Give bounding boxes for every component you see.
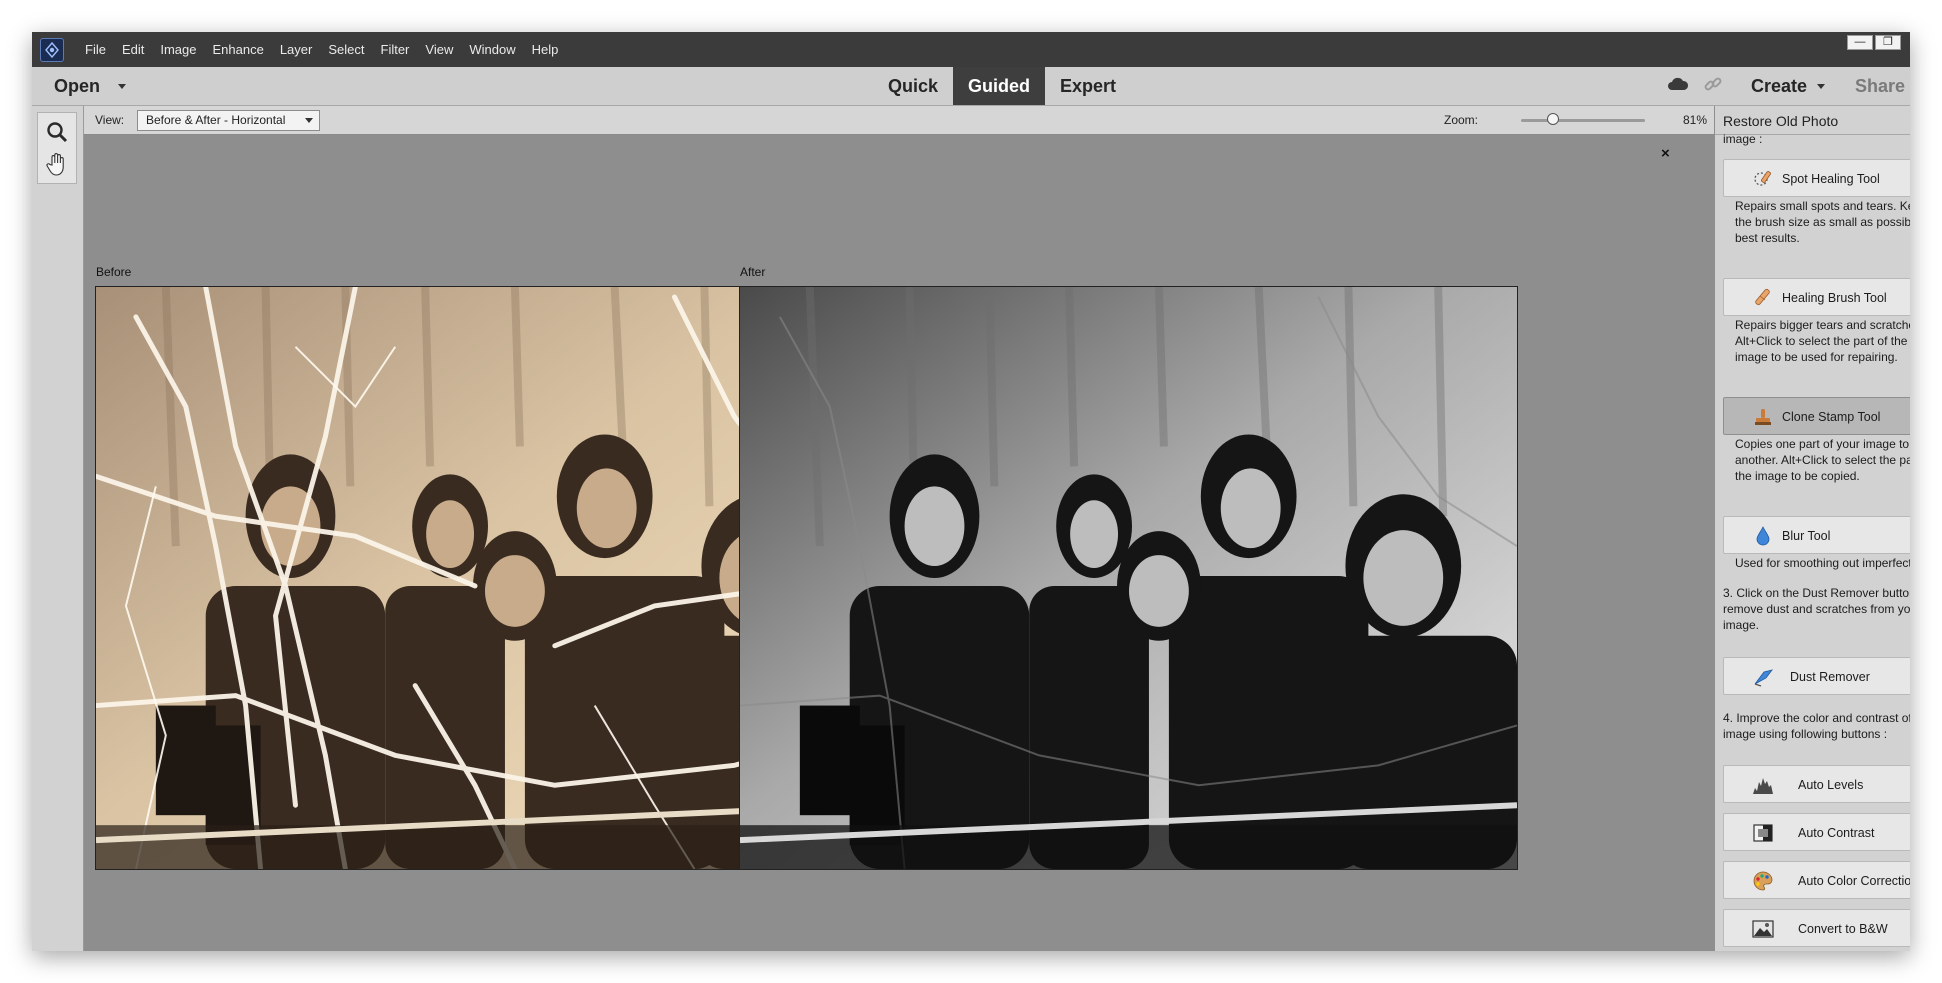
contrast-icon [1752,822,1774,844]
healing-brush-desc-2: Alt+Click to select the part of the [1735,334,1908,348]
menu-enhance[interactable]: Enhance [205,32,272,67]
menu-layer[interactable]: Layer [272,32,321,67]
spot-healing-desc-1: Repairs small spots and tears. Keep [1735,199,1910,213]
menu-select[interactable]: Select [320,32,372,67]
convert-to-bw-label: Convert to B&W [1798,922,1888,936]
clone-stamp-tool-button[interactable]: Clone Stamp Tool [1723,397,1910,435]
tab-quick[interactable]: Quick [873,67,953,105]
color-palette-icon [1752,870,1774,892]
auto-color-correction-label: Auto Color Correction [1798,874,1910,888]
view-label: View: [95,113,125,127]
create-dropdown-icon[interactable] [1817,83,1826,89]
blur-tool-desc: Used for smoothing out imperfectio [1735,556,1910,570]
spot-healing-tool-button[interactable]: Spot Healing Tool [1723,159,1910,197]
zoom-label: Zoom: [1444,113,1479,127]
menu-file[interactable]: File [77,32,114,67]
clone-stamp-icon [1752,406,1774,428]
clone-stamp-desc-2: another. Alt+Click to select the part [1735,453,1910,467]
blur-tool-label: Blur Tool [1782,529,1831,543]
menu-image[interactable]: Image [152,32,204,67]
menu-help[interactable]: Help [524,32,567,67]
clone-stamp-desc-1: Copies one part of your image to [1735,437,1910,451]
healing-brush-desc-1: Repairs bigger tears and scratches. [1735,318,1910,332]
menu-view[interactable]: View [417,32,461,67]
image-canvas: × Before After [84,135,1714,951]
step4-line-1: 4. Improve the color and contrast of y [1723,711,1910,725]
before-label: Before [96,265,132,279]
open-button[interactable]: Open [54,67,127,105]
share-button[interactable]: Share [1855,76,1905,97]
dust-remover-label: Dust Remover [1790,670,1870,684]
view-bar: View: Before & After - Horizontal Zoom: … [84,106,1714,135]
menu-bar: File Edit Image Enhance Layer Select Fil… [32,32,1910,67]
step3-line-3: image. [1723,618,1760,632]
water-drop-icon [1752,525,1774,547]
healing-brush-icon [1752,287,1774,309]
menu-edit[interactable]: Edit [114,32,152,67]
view-mode-select[interactable]: Before & After - Horizontal [137,110,320,131]
auto-levels-button[interactable]: Auto Levels [1723,765,1910,803]
right-mode-tools: Create Share [1667,67,1905,105]
menu-window[interactable]: Window [461,32,523,67]
spot-healing-label: Spot Healing Tool [1782,172,1880,186]
close-icon[interactable]: × [1661,145,1670,162]
step3-line-2: remove dust and scratches from your [1723,602,1910,616]
view-mode-value: Before & After - Horizontal [146,113,286,127]
step4-line-2: image using following buttons : [1723,727,1888,741]
photoshop-elements-window: File Edit Image Enhance Layer Select Fil… [32,32,1910,951]
auto-color-correction-button[interactable]: Auto Color Correction [1723,861,1910,899]
after-photo [739,286,1518,870]
spot-healing-desc-2: the brush size as small as possible [1735,215,1910,229]
histogram-icon [1752,774,1774,796]
spot-healing-desc-3: best results. [1735,231,1800,245]
blur-tool-button[interactable]: Blur Tool [1723,516,1910,554]
clone-stamp-label: Clone Stamp Tool [1782,410,1881,424]
link-icon[interactable] [1703,74,1723,99]
open-dropdown-icon[interactable] [118,83,127,89]
healing-brush-desc-3: image to be used for repairing. [1735,350,1898,364]
dust-remover-icon [1752,666,1774,688]
app-logo-icon [40,38,64,62]
chevron-down-icon [305,118,313,123]
cloud-icon[interactable] [1667,76,1689,97]
step3-line-1: 3. Click on the Dust Remover button to [1723,586,1910,600]
tab-guided[interactable]: Guided [953,67,1046,105]
convert-to-bw-button[interactable]: Convert to B&W [1723,909,1910,947]
auto-contrast-button[interactable]: Auto Contrast [1723,813,1910,851]
zoom-value: 81% [1683,113,1708,127]
healing-brush-label: Healing Brush Tool [1782,291,1887,305]
spot-healing-icon [1752,168,1774,190]
panel-title: Restore Old Photo [1723,113,1839,129]
hand-tool-icon[interactable] [44,151,70,177]
tool-group [37,112,77,184]
restore-window-button[interactable]: ❐ [1875,35,1901,50]
panel-text-fragment: image : [1723,132,1763,146]
healing-brush-tool-button[interactable]: Healing Brush Tool [1723,278,1910,316]
open-label: Open [54,75,101,96]
clone-stamp-desc-3: the image to be copied. [1735,469,1860,483]
auto-levels-label: Auto Levels [1798,778,1864,792]
landscape-image-icon [1752,918,1774,940]
mode-tabs: Quick Guided Expert [873,67,1131,105]
tab-expert[interactable]: Expert [1045,67,1131,105]
zoom-tool-icon[interactable] [44,119,70,145]
mode-bar: Open Quick Guided Expert Create Share [32,67,1910,106]
guided-edit-panel: Restore Old Photo image : Spot Healing T… [1714,106,1910,951]
menu-list: File Edit Image Enhance Layer Select Fil… [77,32,566,67]
menu-filter[interactable]: Filter [373,32,418,67]
zoom-slider-handle[interactable] [1547,113,1560,125]
after-label: After [740,265,766,279]
create-button[interactable]: Create [1751,76,1807,97]
minimize-window-button[interactable]: — [1847,35,1873,50]
dust-remover-button[interactable]: Dust Remover [1723,657,1910,695]
zoom-slider-track[interactable] [1521,119,1645,122]
tools-panel [32,106,84,951]
auto-contrast-label: Auto Contrast [1798,826,1875,840]
